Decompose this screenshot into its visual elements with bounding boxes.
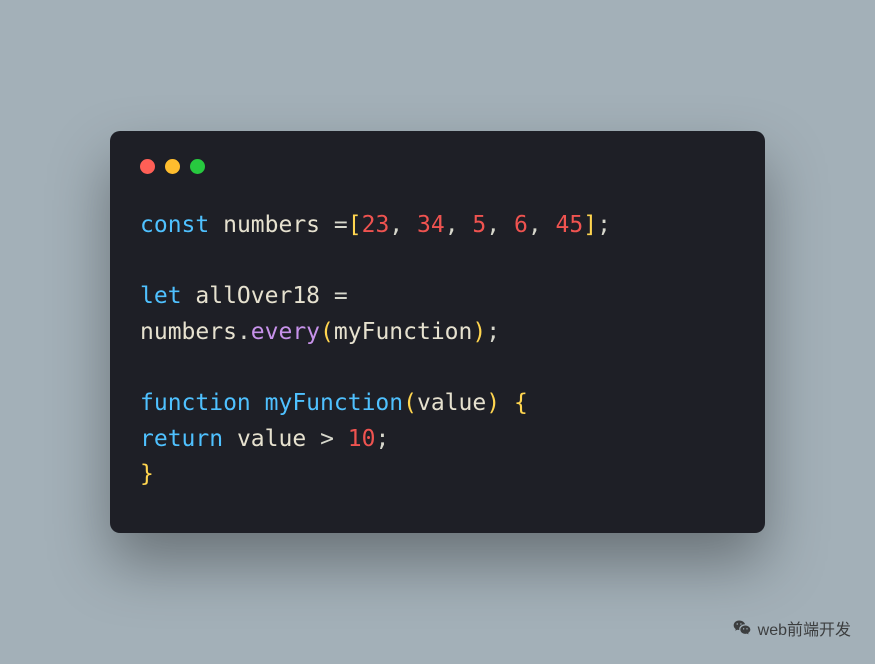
space: [251, 390, 265, 416]
number: 23: [362, 212, 390, 238]
comma: ,: [528, 212, 556, 238]
maximize-icon[interactable]: [190, 159, 205, 174]
operator: =: [334, 212, 348, 238]
number: 5: [472, 212, 486, 238]
minimize-icon[interactable]: [165, 159, 180, 174]
brace-close: }: [140, 461, 154, 487]
number: 34: [417, 212, 445, 238]
keyword-let: let: [140, 283, 182, 309]
argument: myFunction: [334, 319, 472, 345]
paren-open: (: [320, 319, 334, 345]
close-icon[interactable]: [140, 159, 155, 174]
parameter: value: [417, 390, 486, 416]
bracket-close: ]: [583, 212, 597, 238]
code-block: const numbers =[23, 34, 5, 6, 45]; let a…: [140, 208, 735, 493]
keyword-return: return: [140, 426, 223, 452]
operator: =: [334, 283, 348, 309]
number: 45: [556, 212, 584, 238]
operator: >: [320, 426, 334, 452]
watermark-text: web前端开发: [758, 616, 851, 640]
bracket-open: [: [348, 212, 362, 238]
keyword-function: function: [140, 390, 251, 416]
watermark: web前端开发: [732, 616, 851, 640]
comma: ,: [445, 212, 473, 238]
wechat-icon: [732, 618, 752, 638]
method: every: [251, 319, 320, 345]
identifier: numbers: [209, 212, 334, 238]
brace-open: {: [514, 390, 528, 416]
keyword-const: const: [140, 212, 209, 238]
space: [500, 390, 514, 416]
semicolon: ;: [375, 426, 389, 452]
space: [306, 426, 320, 452]
identifier: allOver18: [182, 283, 334, 309]
paren-close: ): [486, 390, 500, 416]
comma: ,: [486, 212, 514, 238]
window-controls: [140, 159, 735, 174]
number: 6: [514, 212, 528, 238]
comma: ,: [389, 212, 417, 238]
identifier: value: [237, 426, 306, 452]
paren-close: ): [472, 319, 486, 345]
number: 10: [348, 426, 376, 452]
identifier: numbers: [140, 319, 237, 345]
function-name: myFunction: [265, 390, 403, 416]
semicolon: ;: [597, 212, 611, 238]
code-window: const numbers =[23, 34, 5, 6, 45]; let a…: [110, 131, 765, 533]
paren-open: (: [403, 390, 417, 416]
space: [334, 426, 348, 452]
semicolon: ;: [486, 319, 500, 345]
space: [223, 426, 237, 452]
dot: .: [237, 319, 251, 345]
